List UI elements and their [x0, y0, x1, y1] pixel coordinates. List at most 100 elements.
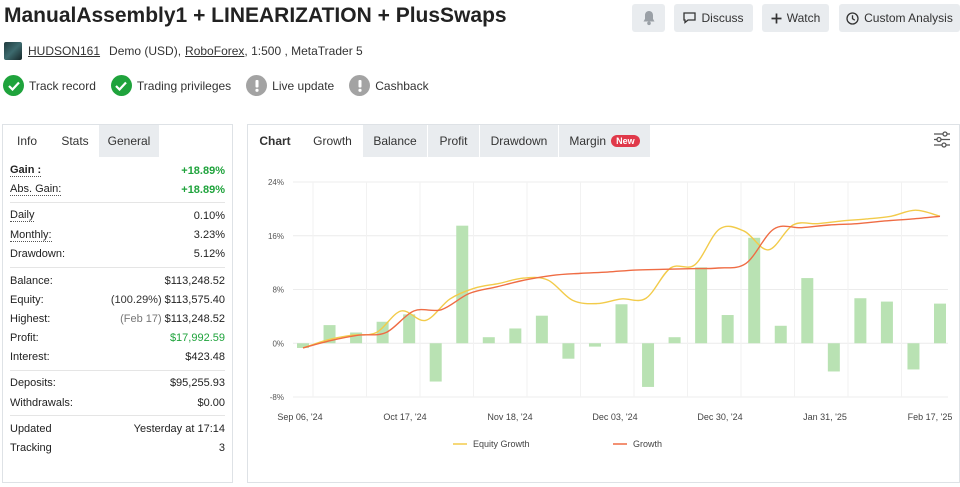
stat-label: Abs. Gain: [10, 183, 62, 197]
x-tick-label: Feb 17, '25 [908, 412, 953, 422]
stat-tracking: Tracking 3 [10, 438, 225, 457]
stat-label: Tracking [10, 442, 52, 455]
stat-label: Highest: [10, 312, 51, 325]
x-tick-label: Dec 30, '24 [697, 412, 742, 422]
tab-margin[interactable]: Margin New [558, 125, 650, 157]
bar [562, 343, 575, 359]
account-type: Demo (USD), [109, 44, 182, 58]
stat-monthly: Monthly: 3.23% [10, 226, 225, 245]
stat-balance: Balance: $113,248.52 [10, 271, 225, 290]
tab-stats[interactable]: Stats [51, 125, 99, 157]
bar [429, 343, 442, 382]
bar [509, 328, 522, 344]
exclamation-circle-icon [246, 75, 268, 96]
tab-growth[interactable]: Growth [302, 125, 363, 157]
bar [403, 314, 416, 344]
x-tick-label: Sep 06, '24 [277, 412, 322, 422]
divider [10, 369, 225, 371]
badges-row: Track record Trading privileges Live upd… [3, 75, 444, 96]
stat-equity: Equity: (100.29%) $113,575.40 [10, 290, 225, 309]
tab-info[interactable]: Info [3, 125, 51, 157]
tab-general[interactable]: General [99, 125, 159, 157]
bar [934, 303, 946, 344]
x-tick-label: Jan 31, '25 [803, 412, 847, 422]
notification-button[interactable] [632, 4, 665, 32]
watch-label: Watch [786, 11, 821, 25]
bar [907, 343, 920, 370]
stat-prefix: (Feb 17) [120, 312, 162, 325]
legend-label: Growth [633, 439, 662, 449]
badge-label: Track record [29, 78, 96, 93]
stat-gain: Gain : +18.89% [10, 161, 225, 180]
divider [10, 202, 225, 204]
bar [854, 298, 867, 344]
account-details: , 1:500 , MetaTrader 5 [244, 44, 363, 58]
stat-label: Withdrawals: [10, 396, 73, 409]
x-tick-label: Dec 03, '24 [592, 412, 637, 422]
chart-settings-button[interactable] [933, 131, 951, 151]
plus-icon [771, 13, 782, 23]
bar [695, 267, 708, 344]
username-link[interactable]: HUDSON161 [28, 44, 100, 58]
y-tick-label: -8% [270, 393, 284, 402]
avatar[interactable] [4, 42, 22, 60]
stat-drawdown: Drawdown: 5.12% [10, 245, 225, 264]
custom-analysis-button[interactable]: Custom Analysis [839, 4, 960, 32]
divider [10, 266, 225, 268]
clock-icon [846, 11, 859, 25]
stat-label: Gain : [10, 164, 42, 178]
y-tick-label: 16% [268, 232, 284, 241]
new-badge: New [611, 135, 640, 147]
stat-value: 0.10% [193, 209, 225, 222]
stat-label: Monthly: [10, 228, 52, 242]
chart-tabs: Chart Growth Balance Profit Drawdown Mar… [248, 125, 959, 157]
badge-live-update: Live update [246, 75, 334, 96]
stat-value: 3.23% [193, 229, 225, 242]
stat-withdrawals: Withdrawals: $0.00 [10, 393, 225, 412]
bar [721, 315, 734, 344]
broker-link[interactable]: RoboForex [185, 44, 244, 58]
check-circle-icon [3, 75, 24, 96]
stat-value: $17,992.59 [169, 332, 225, 345]
page-title: ManualAssembly1 + LINEARIZATION + PlusSw… [4, 4, 507, 27]
stat-value: $0.00 [197, 396, 225, 409]
stat-label: Profit: [10, 332, 39, 345]
stat-label: Daily [10, 209, 35, 223]
bar [588, 343, 601, 347]
sliders-icon [934, 131, 950, 148]
chart-heading: Chart [248, 125, 302, 157]
x-tick-label: Oct 17, '24 [383, 412, 426, 422]
y-tick-label: 0% [272, 339, 284, 348]
badge-cashback: Cashback [349, 75, 429, 96]
stat-daily: Daily 0.10% [10, 206, 225, 225]
bar [642, 343, 655, 387]
stat-value: $113,248.52 [164, 274, 225, 287]
badge-trading-privileges: Trading privileges [110, 75, 231, 96]
badge-track-record: Track record [3, 75, 96, 96]
stat-value: $423.48 [185, 351, 225, 364]
watch-button[interactable]: Watch [762, 4, 829, 32]
stats-tabs: Info Stats General [3, 125, 232, 157]
legend-label: Equity Growth [473, 439, 530, 449]
tab-margin-label: Margin [569, 134, 607, 148]
stat-value: $113,248.52 [164, 312, 225, 325]
check-circle-icon [110, 75, 132, 96]
stat-deposits: Deposits: $95,255.93 [10, 374, 225, 393]
bar [350, 332, 363, 344]
custom-analysis-label: Custom Analysis [864, 11, 953, 25]
stat-value: $113,575.40 [164, 293, 225, 306]
bell-icon [643, 11, 654, 26]
stat-value: 5.12% [193, 248, 225, 261]
tab-profit[interactable]: Profit [427, 125, 479, 157]
bar [801, 278, 814, 344]
discuss-button[interactable]: Discuss [674, 4, 753, 32]
tab-drawdown[interactable]: Drawdown [479, 125, 558, 157]
account-meta: HUDSON161 Demo (USD), RoboForex , 1:500 … [4, 41, 363, 61]
chart-panel: Chart Growth Balance Profit Drawdown Mar… [247, 124, 960, 483]
stat-interest: Interest: $423.48 [10, 348, 225, 367]
y-tick-label: 24% [268, 178, 284, 187]
discuss-label: Discuss [701, 11, 744, 25]
badge-label: Live update [272, 78, 335, 93]
stat-profit: Profit: $17,992.59 [10, 329, 225, 348]
tab-balance[interactable]: Balance [363, 125, 427, 157]
